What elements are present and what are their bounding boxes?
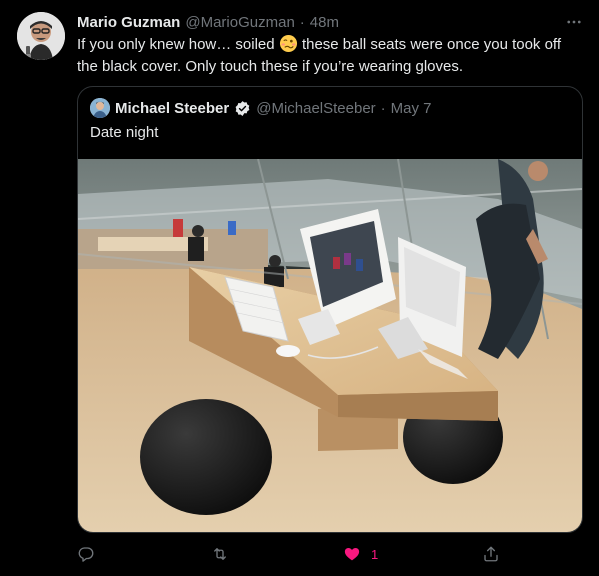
verified-badge-icon (234, 100, 251, 117)
quoted-tweet[interactable]: Michael Steeber @MichaelSteeber · May 7 … (77, 86, 583, 533)
share-button[interactable] (482, 543, 500, 565)
tweet-actions: 1 (77, 543, 507, 565)
quoted-author-handle: @MichaelSteeber (256, 99, 376, 117)
tweet[interactable]: Mario Guzman @MarioGuzman · 48m If you o… (0, 0, 599, 576)
quoted-author-name: Michael Steeber (115, 99, 230, 117)
author-name[interactable]: Mario Guzman (77, 14, 180, 31)
quoted-tweet-text: Date night (90, 124, 159, 141)
quoted-tweet-header: Michael Steeber @MichaelSteeber · May 7 (90, 98, 432, 118)
like-count: 1 (371, 546, 379, 562)
quoted-author-avatar (90, 98, 110, 118)
tweet-text: If you only knew how… soiled these ball … (77, 34, 577, 78)
more-options-icon[interactable] (562, 12, 586, 32)
reply-icon (78, 547, 94, 562)
reply-button[interactable] (77, 543, 95, 565)
tweet-header: Mario Guzman @MarioGuzman · 48m (77, 12, 339, 32)
author-avatar[interactable] (17, 12, 65, 60)
quoted-tweet-photo[interactable] (78, 159, 582, 532)
separator-dot: · (299, 13, 305, 31)
heart-filled-icon (344, 548, 360, 561)
author-handle[interactable]: @MarioGuzman (185, 14, 294, 31)
quoted-separator-dot: · (380, 99, 386, 117)
woozy-face-emoji-icon (279, 34, 298, 53)
retweet-button[interactable] (211, 543, 229, 565)
share-icon (484, 546, 498, 562)
tweet-text-part-1: If you only knew how… soiled (77, 36, 279, 53)
retweet-icon (214, 548, 226, 560)
tweet-timestamp[interactable]: 48m (310, 14, 339, 31)
like-button[interactable]: 1 (343, 543, 378, 565)
quoted-tweet-date: May 7 (390, 99, 432, 117)
